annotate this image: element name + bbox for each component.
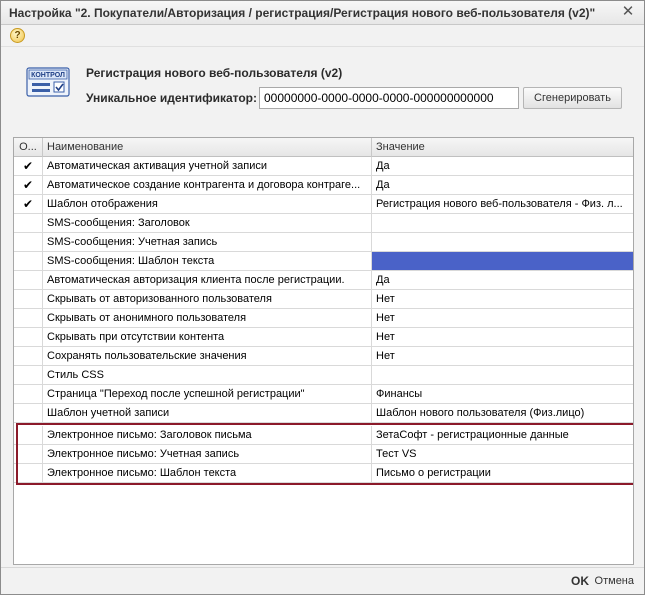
table-row[interactable]: Страница "Переход после успешной регистр… — [14, 385, 633, 404]
row-check[interactable] — [14, 464, 43, 482]
row-check[interactable]: ✔ — [14, 157, 43, 175]
row-name: Стиль CSS — [43, 366, 372, 384]
window-title: Настройка "2. Покупатели/Авторизация / р… — [9, 6, 596, 20]
row-check[interactable] — [14, 445, 43, 463]
row-value[interactable] — [372, 214, 633, 232]
column-header-name[interactable]: Наименование — [43, 138, 372, 157]
row-name: Автоматическое создание контрагента и до… — [43, 176, 372, 194]
row-value[interactable]: Регистрация нового веб-пользователя - Фи… — [372, 195, 633, 213]
dialog-footer: OK Отмена — [1, 567, 644, 594]
row-check[interactable] — [14, 233, 43, 251]
form-control-icon: КОНТРОЛ — [26, 67, 70, 97]
row-name: Автоматическая авторизация клиента после… — [43, 271, 372, 289]
row-name: SMS-сообщения: Шаблон текста — [43, 252, 372, 270]
uid-input[interactable] — [259, 87, 519, 109]
generate-button[interactable]: Сгенерировать — [523, 87, 622, 109]
row-value[interactable] — [372, 366, 633, 384]
cancel-button[interactable]: Отмена — [595, 575, 634, 587]
table-row[interactable]: ✔ Шаблон отображения Регистрация нового … — [14, 195, 633, 214]
table-row[interactable]: Электронное письмо: Шаблон текста Письмо… — [14, 464, 633, 483]
row-check[interactable] — [14, 404, 43, 422]
form-title: Регистрация нового веб-пользователя (v2) — [86, 66, 343, 80]
row-value[interactable]: ЗетаСофт - регистрационные данные — [372, 426, 633, 444]
row-name: Сохранять пользовательские значения — [43, 347, 372, 365]
row-name: Шаблон учетной записи — [43, 404, 372, 422]
title-bar[interactable]: Настройка "2. Покупатели/Авторизация / р… — [1, 1, 644, 25]
row-value-selected[interactable] — [372, 252, 633, 270]
row-name: Шаблон отображения — [43, 195, 372, 213]
row-check[interactable] — [14, 366, 43, 384]
row-check[interactable]: ✔ — [14, 176, 43, 194]
row-check[interactable] — [14, 328, 43, 346]
row-check[interactable] — [14, 252, 43, 270]
form-icon-label: КОНТРОЛ — [31, 72, 65, 79]
row-name: Скрывать от анонимного пользователя — [43, 309, 372, 327]
table-row[interactable]: Скрывать от авторизованного пользователя… — [14, 290, 633, 309]
row-name: Электронное письмо: Заголовок письма — [43, 426, 372, 444]
row-value[interactable]: Нет — [372, 290, 633, 308]
row-value[interactable]: Тест VS — [372, 445, 633, 463]
row-value[interactable]: Да — [372, 271, 633, 289]
row-value[interactable]: Шаблон нового пользователя (Физ.лицо) — [372, 404, 633, 422]
row-check[interactable]: ✔ — [14, 195, 43, 213]
settings-table[interactable]: О... Наименование Значение ✔ Автоматичес… — [13, 137, 634, 565]
row-name: SMS-сообщения: Учетная запись — [43, 233, 372, 251]
table-row[interactable]: SMS-сообщения: Заголовок — [14, 214, 633, 233]
row-value[interactable]: Да — [372, 176, 633, 194]
row-check[interactable] — [14, 309, 43, 327]
row-name: SMS-сообщения: Заголовок — [43, 214, 372, 232]
row-check[interactable] — [14, 290, 43, 308]
row-check[interactable] — [14, 214, 43, 232]
toolbar-divider — [1, 46, 644, 47]
row-check[interactable] — [14, 385, 43, 403]
table-row[interactable]: Шаблон учетной записи Шаблон нового поль… — [14, 404, 633, 423]
ok-button[interactable]: OK — [571, 574, 589, 588]
table-row[interactable]: Стиль CSS — [14, 366, 633, 385]
table-row[interactable]: Сохранять пользовательские значения Нет — [14, 347, 633, 366]
close-icon[interactable]: ✕ — [620, 4, 636, 20]
row-name: Автоматическая активация учетной записи — [43, 157, 372, 175]
row-check[interactable] — [14, 426, 43, 444]
row-name: Страница "Переход после успешной регистр… — [43, 385, 372, 403]
row-value[interactable]: Финансы — [372, 385, 633, 403]
row-value[interactable]: Нет — [372, 309, 633, 327]
row-value[interactable]: Нет — [372, 347, 633, 365]
row-value[interactable]: Письмо о регистрации — [372, 464, 633, 482]
table-row[interactable]: Автоматическая авторизация клиента после… — [14, 271, 633, 290]
table-row[interactable]: Электронное письмо: Учетная запись Тест … — [14, 445, 633, 464]
row-name: Электронное письмо: Шаблон текста — [43, 464, 372, 482]
help-icon[interactable]: ? — [10, 28, 25, 43]
table-row[interactable]: Скрывать при отсутствии контента Нет — [14, 328, 633, 347]
row-value[interactable]: Да — [372, 157, 633, 175]
row-value[interactable]: Нет — [372, 328, 633, 346]
row-name: Скрывать при отсутствии контента — [43, 328, 372, 346]
row-value[interactable] — [372, 233, 633, 251]
row-check[interactable] — [14, 271, 43, 289]
table-row[interactable]: ✔ Автоматическое создание контрагента и … — [14, 176, 633, 195]
table-row[interactable]: Электронное письмо: Заголовок письма Зет… — [14, 426, 633, 445]
table-row[interactable]: SMS-сообщения: Учетная запись — [14, 233, 633, 252]
table-header: О... Наименование Значение — [14, 138, 633, 157]
row-name: Электронное письмо: Учетная запись — [43, 445, 372, 463]
column-header-use[interactable]: О... — [14, 138, 43, 157]
table-row[interactable]: ✔ Автоматическая активация учетной запис… — [14, 157, 633, 176]
table-row[interactable]: SMS-сообщения: Шаблон текста — [14, 252, 633, 271]
row-name: Скрывать от авторизованного пользователя — [43, 290, 372, 308]
settings-window: Настройка "2. Покупатели/Авторизация / р… — [0, 0, 645, 595]
uid-label: Уникальное идентификатор: — [86, 91, 257, 105]
column-header-value[interactable]: Значение — [372, 138, 633, 157]
table-row[interactable]: Скрывать от анонимного пользователя Нет — [14, 309, 633, 328]
row-check[interactable] — [14, 347, 43, 365]
